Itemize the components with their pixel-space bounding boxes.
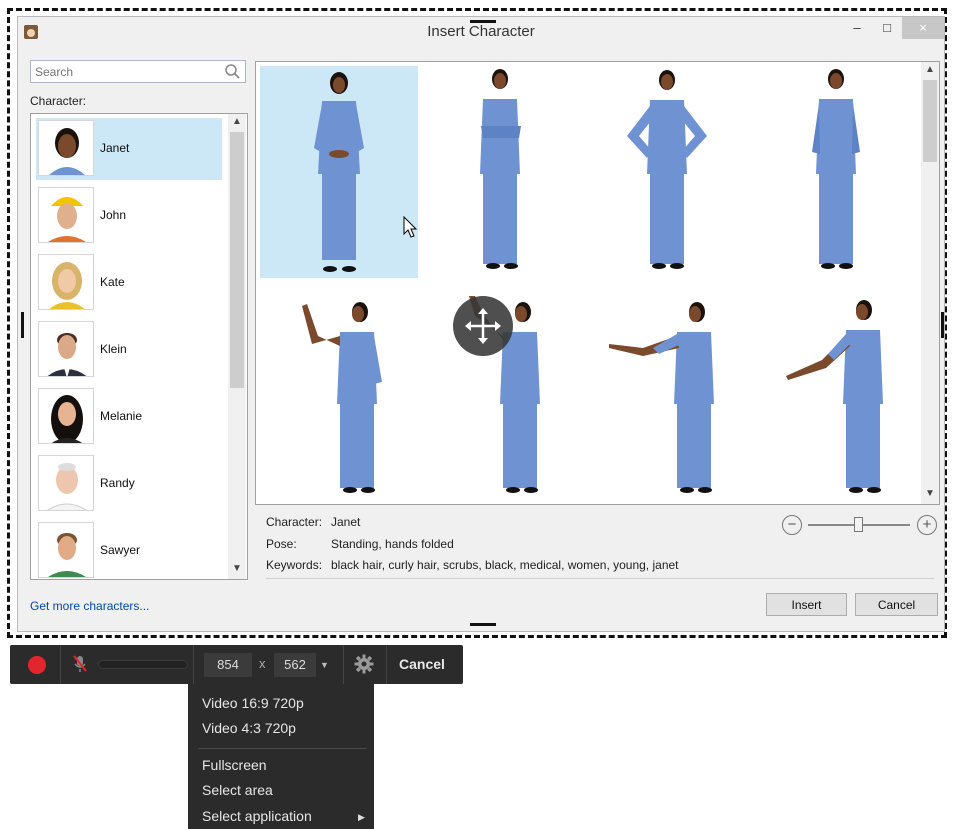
resize-handle-right[interactable] (941, 312, 944, 338)
character-name: John (100, 208, 127, 222)
search-input[interactable] (35, 64, 215, 79)
cancel-button[interactable]: Cancel (855, 593, 938, 616)
character-name: Sawyer (100, 543, 141, 557)
resize-handle-left[interactable] (21, 312, 24, 338)
character-item-melanie[interactable]: Melanie (36, 386, 222, 448)
character-list-scrollbar[interactable]: ▲ ▼ (228, 114, 246, 579)
recorder-toolbar: 854 x 562 ▼ Cancel (10, 645, 463, 684)
character-name: Randy (100, 476, 135, 490)
get-more-characters-link[interactable]: Get more characters... (30, 599, 149, 613)
menu-item-video-4-3[interactable]: Video 4:3 720p (202, 720, 296, 736)
record-button[interactable] (28, 656, 46, 674)
divider (386, 645, 387, 684)
pose-hands-on-hips[interactable] (589, 66, 747, 278)
menu-item-select-area[interactable]: Select area (202, 782, 273, 798)
detail-pose-key: Pose: (266, 537, 297, 551)
height-input[interactable]: 562 (274, 653, 316, 677)
scroll-thumb[interactable] (230, 132, 244, 388)
scroll-thumb[interactable] (923, 80, 937, 162)
detail-pose-value: Standing, hands folded (331, 537, 454, 551)
avatar (38, 388, 94, 444)
pose-hands-behind-back[interactable] (756, 66, 914, 278)
character-list[interactable]: Janet John Kate Klein Melanie Randy Sawy… (30, 113, 248, 580)
zoom-slider-thumb[interactable] (854, 517, 863, 532)
menu-item-video-16-9[interactable]: Video 16:9 720p (202, 695, 304, 711)
character-name: Janet (100, 141, 130, 155)
pose-pointing-left[interactable] (589, 286, 747, 498)
mic-muted-icon[interactable] (72, 654, 88, 674)
move-icon[interactable] (453, 296, 513, 356)
character-item-sawyer[interactable]: Sawyer (36, 520, 222, 579)
chevron-down-icon[interactable]: ▼ (320, 660, 329, 670)
recorder-cancel-button[interactable]: Cancel (399, 656, 445, 672)
character-name: Klein (100, 342, 127, 356)
width-input[interactable]: 854 (204, 653, 252, 677)
detail-character-key: Character: (266, 515, 323, 529)
close-button[interactable]: × (902, 17, 944, 39)
maximize-button[interactable]: □ (874, 17, 900, 39)
resize-handle-top[interactable] (470, 20, 496, 23)
character-name: Melanie (100, 409, 143, 423)
character-name: Kate (100, 275, 125, 289)
detail-character-value: Janet (331, 515, 361, 529)
avatar (38, 522, 94, 578)
dimension-separator: x (259, 656, 266, 671)
character-label: Character: (30, 94, 87, 108)
divider (266, 578, 934, 579)
avatar (38, 254, 94, 310)
pose-pointing-up-left[interactable] (260, 286, 418, 498)
pose-pointing-down-left[interactable] (756, 286, 914, 498)
search-icon[interactable] (224, 63, 241, 80)
scroll-down-arrow[interactable]: ▼ (228, 561, 246, 577)
avatar (38, 187, 94, 243)
pose-grid[interactable]: ▲ ▼ (255, 61, 940, 505)
insert-button[interactable]: Insert (766, 593, 847, 616)
avatar (38, 455, 94, 511)
character-item-janet[interactable]: Janet (36, 118, 222, 180)
character-item-randy[interactable]: Randy (36, 453, 222, 515)
volume-meter[interactable] (98, 660, 188, 669)
detail-keywords-key: Keywords: (266, 558, 323, 572)
pose-standing-hands-folded[interactable] (260, 66, 418, 278)
scroll-down-arrow[interactable]: ▼ (921, 486, 939, 502)
character-item-john[interactable]: John (36, 185, 222, 247)
resize-handle-bottom[interactable] (470, 623, 496, 626)
menu-item-select-application[interactable]: Select application (202, 808, 312, 824)
avatar (38, 120, 94, 176)
search-box (30, 60, 246, 83)
chevron-right-icon: ▶ (358, 812, 365, 822)
pose-grid-scrollbar[interactable]: ▲ ▼ (921, 62, 939, 504)
character-item-kate[interactable]: Kate (36, 252, 222, 314)
scroll-up-arrow[interactable]: ▲ (228, 114, 246, 130)
menu-item-fullscreen[interactable]: Fullscreen (202, 757, 267, 773)
pose-arms-crossed[interactable] (423, 66, 581, 278)
dialog-title: Insert Character (427, 23, 535, 40)
mouse-cursor-icon (403, 216, 418, 238)
divider (60, 645, 61, 684)
avatar (38, 321, 94, 377)
minimize-button[interactable]: – (844, 17, 870, 39)
divider (343, 645, 344, 684)
zoom-in-button[interactable]: + (917, 515, 937, 535)
menu-divider (198, 748, 366, 749)
gear-icon[interactable] (354, 654, 374, 674)
zoom-out-button[interactable]: − (782, 515, 802, 535)
capture-mode-menu: Video 16:9 720p Video 4:3 720p Fullscree… (188, 684, 374, 829)
character-item-klein[interactable]: Klein (36, 319, 222, 381)
detail-keywords-value: black hair, curly hair, scrubs, black, m… (331, 558, 679, 572)
scroll-up-arrow[interactable]: ▲ (921, 62, 939, 78)
divider (193, 645, 194, 684)
